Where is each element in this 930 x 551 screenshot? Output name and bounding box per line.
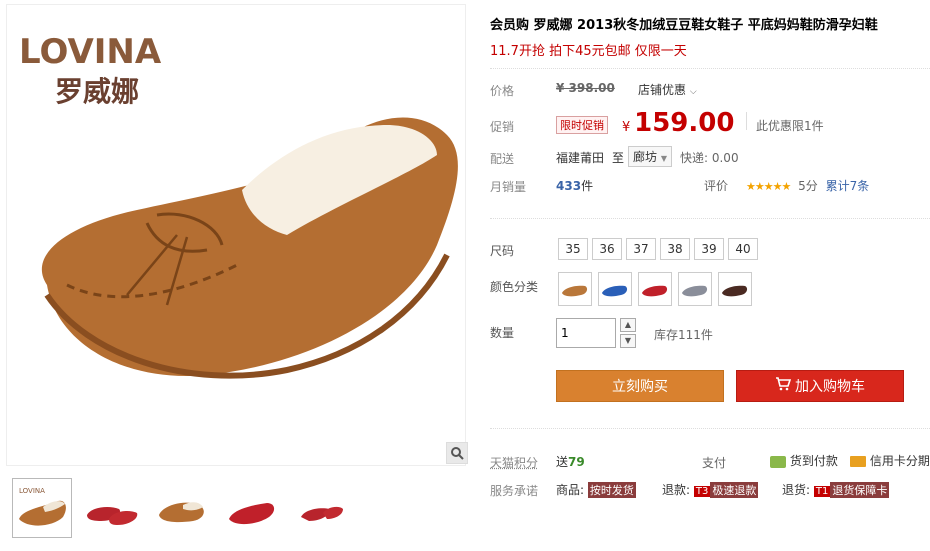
size-label: 尺码 <box>490 244 515 258</box>
ship-to-dropdown[interactable]: 廊坊 ▼ <box>628 146 672 167</box>
star-icon: ★★★★★ <box>746 180 791 193</box>
thumbnail-strip: LOVINA <box>10 474 470 544</box>
thumbnail-2[interactable] <box>82 478 142 538</box>
main-product-image[interactable]: LOVINA 罗威娜 <box>6 4 466 466</box>
t1-badge: T1 <box>813 486 831 497</box>
color-swatch-tan[interactable] <box>558 272 592 306</box>
size-option[interactable]: 35 <box>558 238 588 260</box>
return-guarantee-badge[interactable]: 退货保障卡 <box>830 482 890 498</box>
current-price-value: 159.00 <box>634 108 735 138</box>
sales-count-value: 433 <box>556 179 582 193</box>
thumbnail-3[interactable] <box>152 478 212 538</box>
product-gallery: LOVINA 罗威娜 LOVINA <box>0 0 470 551</box>
pay-label: 支付 <box>702 456 727 470</box>
service-label: 服务承诺 <box>490 484 539 498</box>
thumbnail-5[interactable] <box>292 478 352 538</box>
promo-tag: 限时促销 <box>556 116 608 134</box>
size-option[interactable]: 38 <box>660 238 690 260</box>
brand-logo-cn: 罗威娜 <box>55 75 139 108</box>
original-price-value: ¥ 398.00 <box>556 81 615 95</box>
chevron-down-icon: ⌵ <box>689 87 697 97</box>
points-label[interactable]: 天猫积分 <box>490 454 538 471</box>
divider <box>490 218 930 219</box>
shoe-image: LOVINA 罗威娜 <box>19 32 458 379</box>
color-swatch-red[interactable] <box>638 272 672 306</box>
color-swatch-blue[interactable] <box>598 272 632 306</box>
rating[interactable]: ★★★★★ 5分 累计7条 <box>746 177 869 194</box>
service-refund: 退款: T3 极速退款 <box>662 481 759 498</box>
ontime-shipping-badge[interactable]: 按时发货 <box>587 482 636 498</box>
divider <box>490 428 930 429</box>
promo-tag-wrap: 限时促销 <box>556 116 608 134</box>
store-discount-dropdown[interactable]: 店铺优惠 ⌵ <box>638 81 697 98</box>
original-price: ¥ 398.00 <box>556 81 615 95</box>
stock-count: 库存111件 <box>654 328 713 342</box>
divider <box>490 68 930 69</box>
quantity-label: 数量 <box>490 326 515 340</box>
quantity-input[interactable] <box>556 318 616 348</box>
size-option[interactable]: 40 <box>728 238 758 260</box>
product-info: 会员购 罗威娜 2013秋冬加绒豆豆鞋女鞋子 平底妈妈鞋防滑孕妇鞋 11.7开抢… <box>490 0 930 551</box>
goods-prefix: 商品: <box>556 483 585 497</box>
caret-down-icon: ▼ <box>660 154 667 163</box>
brand-logo-text: LOVINA <box>19 32 162 72</box>
shipping-label: 配送 <box>490 152 515 166</box>
rating-label: 评价 <box>704 179 729 193</box>
product-subtitle: 11.7开抢 拍下45元包邮 仅限一天 <box>490 44 687 59</box>
ship-to-word: 至 <box>612 151 625 165</box>
promo-label: 促销 <box>490 120 515 134</box>
size-option[interactable]: 36 <box>592 238 622 260</box>
thumbnail-1[interactable]: LOVINA <box>12 478 72 538</box>
sales-count: 433件 <box>556 177 593 194</box>
rating-score: 5分 <box>798 179 818 193</box>
color-swatch-gray[interactable] <box>678 272 712 306</box>
cod-option: 货到付款 <box>770 452 838 469</box>
sales-label: 月销量 <box>490 180 527 194</box>
product-title: 会员购 罗威娜 2013秋冬加绒豆豆鞋女鞋子 平底妈妈鞋防滑孕妇鞋 <box>490 18 878 33</box>
quantity-decrease-button[interactable]: ▼ <box>620 334 636 348</box>
size-option[interactable]: 37 <box>626 238 656 260</box>
installment-option: 信用卡分期 <box>850 452 930 469</box>
color-swatch-brown[interactable] <box>718 272 752 306</box>
promo-limit: 此优惠限1件 <box>756 119 824 133</box>
points-prefix: 送 <box>556 455 569 469</box>
service-return: 退货: T1 退货保障卡 <box>782 481 890 498</box>
separator <box>746 112 747 130</box>
cod-label: 货到付款 <box>789 454 838 468</box>
points-number: 79 <box>568 455 585 469</box>
return-prefix: 退货: <box>782 483 811 497</box>
points-value: 送79 <box>556 453 585 470</box>
store-discount-label: 店铺优惠 <box>638 83 687 97</box>
t3-badge: T3 <box>693 486 711 497</box>
price-label: 价格 <box>490 84 515 98</box>
magnifier-icon[interactable] <box>446 442 468 464</box>
installment-label: 信用卡分期 <box>869 454 930 468</box>
add-to-cart-button[interactable]: 加入购物车 <box>736 370 904 402</box>
svg-text:LOVINA: LOVINA <box>19 487 45 495</box>
express-fee: 快递: 0.00 <box>680 151 739 165</box>
buy-now-button[interactable]: 立刻购买 <box>556 370 724 402</box>
current-price: ¥ 159.00 <box>622 108 734 138</box>
color-label: 颜色分类 <box>490 280 539 294</box>
refund-prefix: 退款: <box>662 483 691 497</box>
ship-from: 福建莆田 <box>556 151 605 165</box>
add-to-cart-label: 加入购物车 <box>795 379 865 395</box>
review-count-link[interactable]: 累计7条 <box>826 179 870 193</box>
currency-symbol: ¥ <box>622 120 631 135</box>
fast-refund-badge[interactable]: 极速退款 <box>710 482 759 498</box>
cart-icon <box>775 371 792 403</box>
size-option[interactable]: 39 <box>694 238 724 260</box>
thumbnail-4[interactable] <box>222 478 282 538</box>
sales-unit: 件 <box>581 179 594 193</box>
quantity-increase-button[interactable]: ▲ <box>620 318 636 332</box>
ship-to-value: 廊坊 <box>633 150 658 164</box>
credit-card-icon <box>850 456 866 467</box>
cod-icon <box>770 455 786 468</box>
service-goods: 商品: 按时发货 <box>556 481 636 498</box>
